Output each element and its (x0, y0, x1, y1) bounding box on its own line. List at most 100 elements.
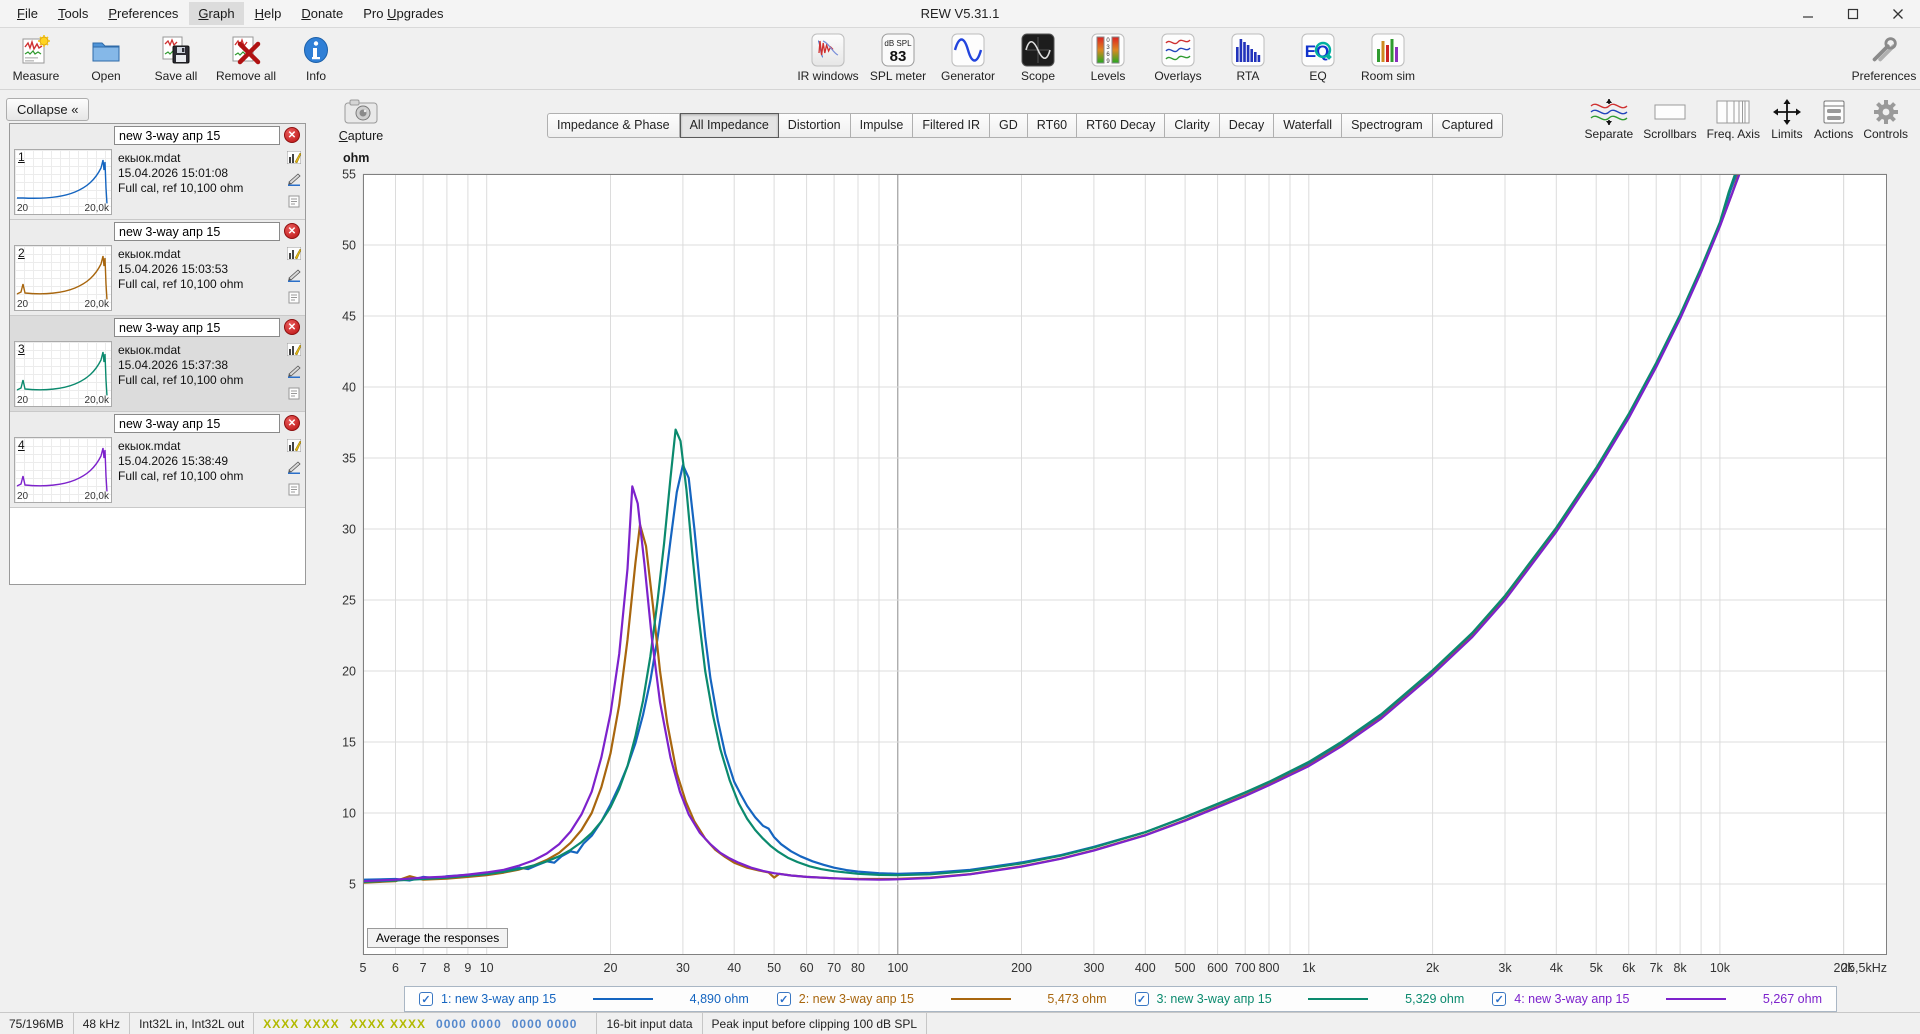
pencil-icon[interactable] (287, 461, 301, 477)
graph-controls-button[interactable]: Controls (1863, 97, 1908, 141)
toolbar-save-all-button[interactable]: Save all (148, 33, 204, 83)
measurement-2-delete-button[interactable]: ✕ (284, 223, 300, 239)
measurement-3-thumbnail[interactable]: 3 20 20,0k (14, 341, 112, 407)
tab-impulse[interactable]: Impulse (850, 113, 914, 138)
toolbar-scope-button[interactable]: Scope (1010, 33, 1066, 83)
measurement-3-name-input[interactable] (114, 318, 280, 337)
graph-scrollbars-button[interactable]: Scrollbars (1643, 97, 1697, 141)
svg-text:60: 60 (800, 961, 814, 975)
notes-icon[interactable] (288, 195, 300, 211)
tab-filtered-ir[interactable]: Filtered IR (913, 113, 991, 138)
chart-pencil-icon[interactable] (286, 150, 302, 167)
open-folder-icon (89, 33, 123, 67)
impedance-plot[interactable]: 5 6 7 8 9 10 20 30 40 50 60 70 80 100 200 300 400 500 600 7… (342, 168, 1887, 984)
measurement-1-name-input[interactable] (114, 126, 280, 145)
levels-icon: 0369 (1091, 33, 1125, 67)
tab-all-impedance[interactable]: All Impedance (679, 113, 779, 138)
graph-freq-axis-button[interactable]: Freq. Axis (1707, 97, 1760, 141)
measurement-cal: Full cal, ref 10,100 ohm (118, 469, 244, 483)
measurement-1-thumbnail[interactable]: 1 20 20,0k (14, 149, 112, 215)
svg-text:30: 30 (342, 523, 356, 537)
menu-graph[interactable]: Graph (189, 2, 244, 25)
minimize-button[interactable] (1785, 0, 1830, 28)
measurement-2-name-input[interactable] (114, 222, 280, 241)
toolbar-spl-meter-button[interactable]: dB SPL 83 SPL meter (870, 33, 926, 83)
collapse-sidebar-button[interactable]: Collapse « (6, 98, 90, 121)
measurement-item-4[interactable]: 4 20 20,0k екыок.mdat 15.04.2026 15:38:49 Ful… (10, 435, 305, 508)
legend-line-sample (592, 998, 653, 1000)
tab-clarity[interactable]: Clarity (1165, 113, 1220, 138)
tab-rt60-decay[interactable]: RT60 Decay (1077, 113, 1166, 138)
maximize-button[interactable] (1830, 0, 1875, 28)
capture-button[interactable]: Capture (331, 99, 391, 143)
graph-separate-button[interactable]: Separate (1585, 97, 1633, 141)
close-button[interactable] (1875, 0, 1920, 28)
toolbar-open-button[interactable]: Open (78, 33, 134, 83)
measurement-4-thumbnail[interactable]: 4 20 20,0k (14, 437, 112, 503)
tab-impedance-phase[interactable]: Impedance & Phase (547, 113, 680, 138)
legend-value: 4,890 ohm (689, 992, 749, 1006)
legend-checkbox-1[interactable]: ✓ (419, 992, 433, 1006)
notes-icon[interactable] (288, 291, 300, 307)
pencil-icon[interactable] (287, 173, 301, 189)
measurement-item-1[interactable]: 1 20 20,0k екыок.mdat 15.04.2026 15:01:08 Ful… (10, 147, 305, 220)
toolbar-measure-button[interactable]: Measure (8, 33, 64, 83)
toolbar-generator-button[interactable]: Generator (940, 33, 996, 83)
tab-rt60[interactable]: RT60 (1027, 113, 1078, 138)
toolbar-info-button[interactable]: Info (288, 33, 344, 83)
measurement-1-delete-button[interactable]: ✕ (284, 127, 300, 143)
tab-waterfall[interactable]: Waterfall (1274, 113, 1343, 138)
toolbar-eq-button[interactable]: EQ EQ (1290, 33, 1346, 83)
tab-gd[interactable]: GD (990, 113, 1028, 138)
toolbar-label: Info (305, 69, 326, 83)
toolbar-label: EQ (1309, 69, 1327, 83)
menu-tools[interactable]: Tools (49, 2, 97, 25)
toolbar-rta-button[interactable]: RTA (1220, 33, 1276, 83)
menu-pro-upgrades[interactable]: Pro Upgrades (354, 2, 452, 25)
limits-icon (1770, 97, 1804, 127)
chart-pencil-icon[interactable] (286, 342, 302, 359)
menu-help[interactable]: Help (246, 2, 291, 25)
tab-spectrogram[interactable]: Spectrogram (1342, 113, 1433, 138)
legend-checkbox-3[interactable]: ✓ (1134, 992, 1149, 1006)
legend-checkbox-4[interactable]: ✓ (1492, 992, 1507, 1006)
toolbar-overlays-button[interactable]: Overlays (1150, 33, 1206, 83)
measurement-2-thumbnail[interactable]: 2 20 20,0k (14, 245, 112, 311)
status-clipping: Peak input before clipping 100 dB SPL (703, 1013, 928, 1034)
menu-file[interactable]: File (8, 2, 47, 25)
measurement-4-delete-button[interactable]: ✕ (284, 415, 300, 431)
tab-distortion[interactable]: Distortion (778, 113, 851, 138)
graph-limits-button[interactable]: Limits (1770, 97, 1804, 141)
measurement-item-3[interactable]: 3 20 20,0k екыок.mdat 15.04.2026 15:37:38 Ful… (10, 339, 305, 412)
notes-icon[interactable] (288, 483, 300, 499)
measurement-3-delete-button[interactable]: ✕ (284, 319, 300, 335)
toolbar-remove-all-button[interactable]: Remove all (216, 33, 276, 83)
svg-text:2k: 2k (1426, 961, 1440, 975)
notes-icon[interactable] (288, 387, 300, 403)
toolbar-levels-button[interactable]: 0 3 6 9 Levels (1080, 33, 1136, 83)
graph-actions-button[interactable]: Actions (1814, 97, 1853, 141)
svg-text:dB SPL: dB SPL (884, 39, 912, 48)
measurement-date: 15.04.2026 15:03:53 (118, 262, 229, 276)
measurement-4-name-input[interactable] (114, 414, 280, 433)
pencil-icon[interactable] (287, 269, 301, 285)
legend-checkbox-2[interactable]: ✓ (776, 992, 791, 1006)
menu-preferences[interactable]: Preferences (99, 2, 187, 25)
chart-pencil-icon[interactable] (286, 438, 302, 455)
tab-captured[interactable]: Captured (1432, 113, 1504, 138)
toolbar-room-sim-button[interactable]: Room sim (1360, 33, 1416, 83)
svg-text:45: 45 (342, 310, 356, 324)
toolbar-ir-windows-button[interactable]: IR windows (797, 33, 859, 83)
save-all-icon (159, 33, 193, 67)
impedance-chart[interactable]: 5 6 7 8 9 10 20 30 40 50 60 70 80 100 200 300 400 500 600 7… (342, 168, 1887, 984)
measure-icon (19, 33, 53, 67)
measurement-item-2[interactable]: 2 20 20,0k екыок.mdat 15.04.2026 15:03:53 Ful… (10, 243, 305, 316)
average-responses-button[interactable]: Average the responses (367, 928, 509, 948)
chart-pencil-icon[interactable] (286, 246, 302, 263)
menu-donate[interactable]: Donate (292, 2, 352, 25)
pencil-icon[interactable] (287, 365, 301, 381)
toolbar-preferences-button[interactable]: Preferences (1852, 33, 1916, 83)
tab-decay[interactable]: Decay (1219, 113, 1275, 138)
svg-text:10: 10 (342, 807, 356, 821)
collapse-label: Collapse (17, 102, 68, 117)
